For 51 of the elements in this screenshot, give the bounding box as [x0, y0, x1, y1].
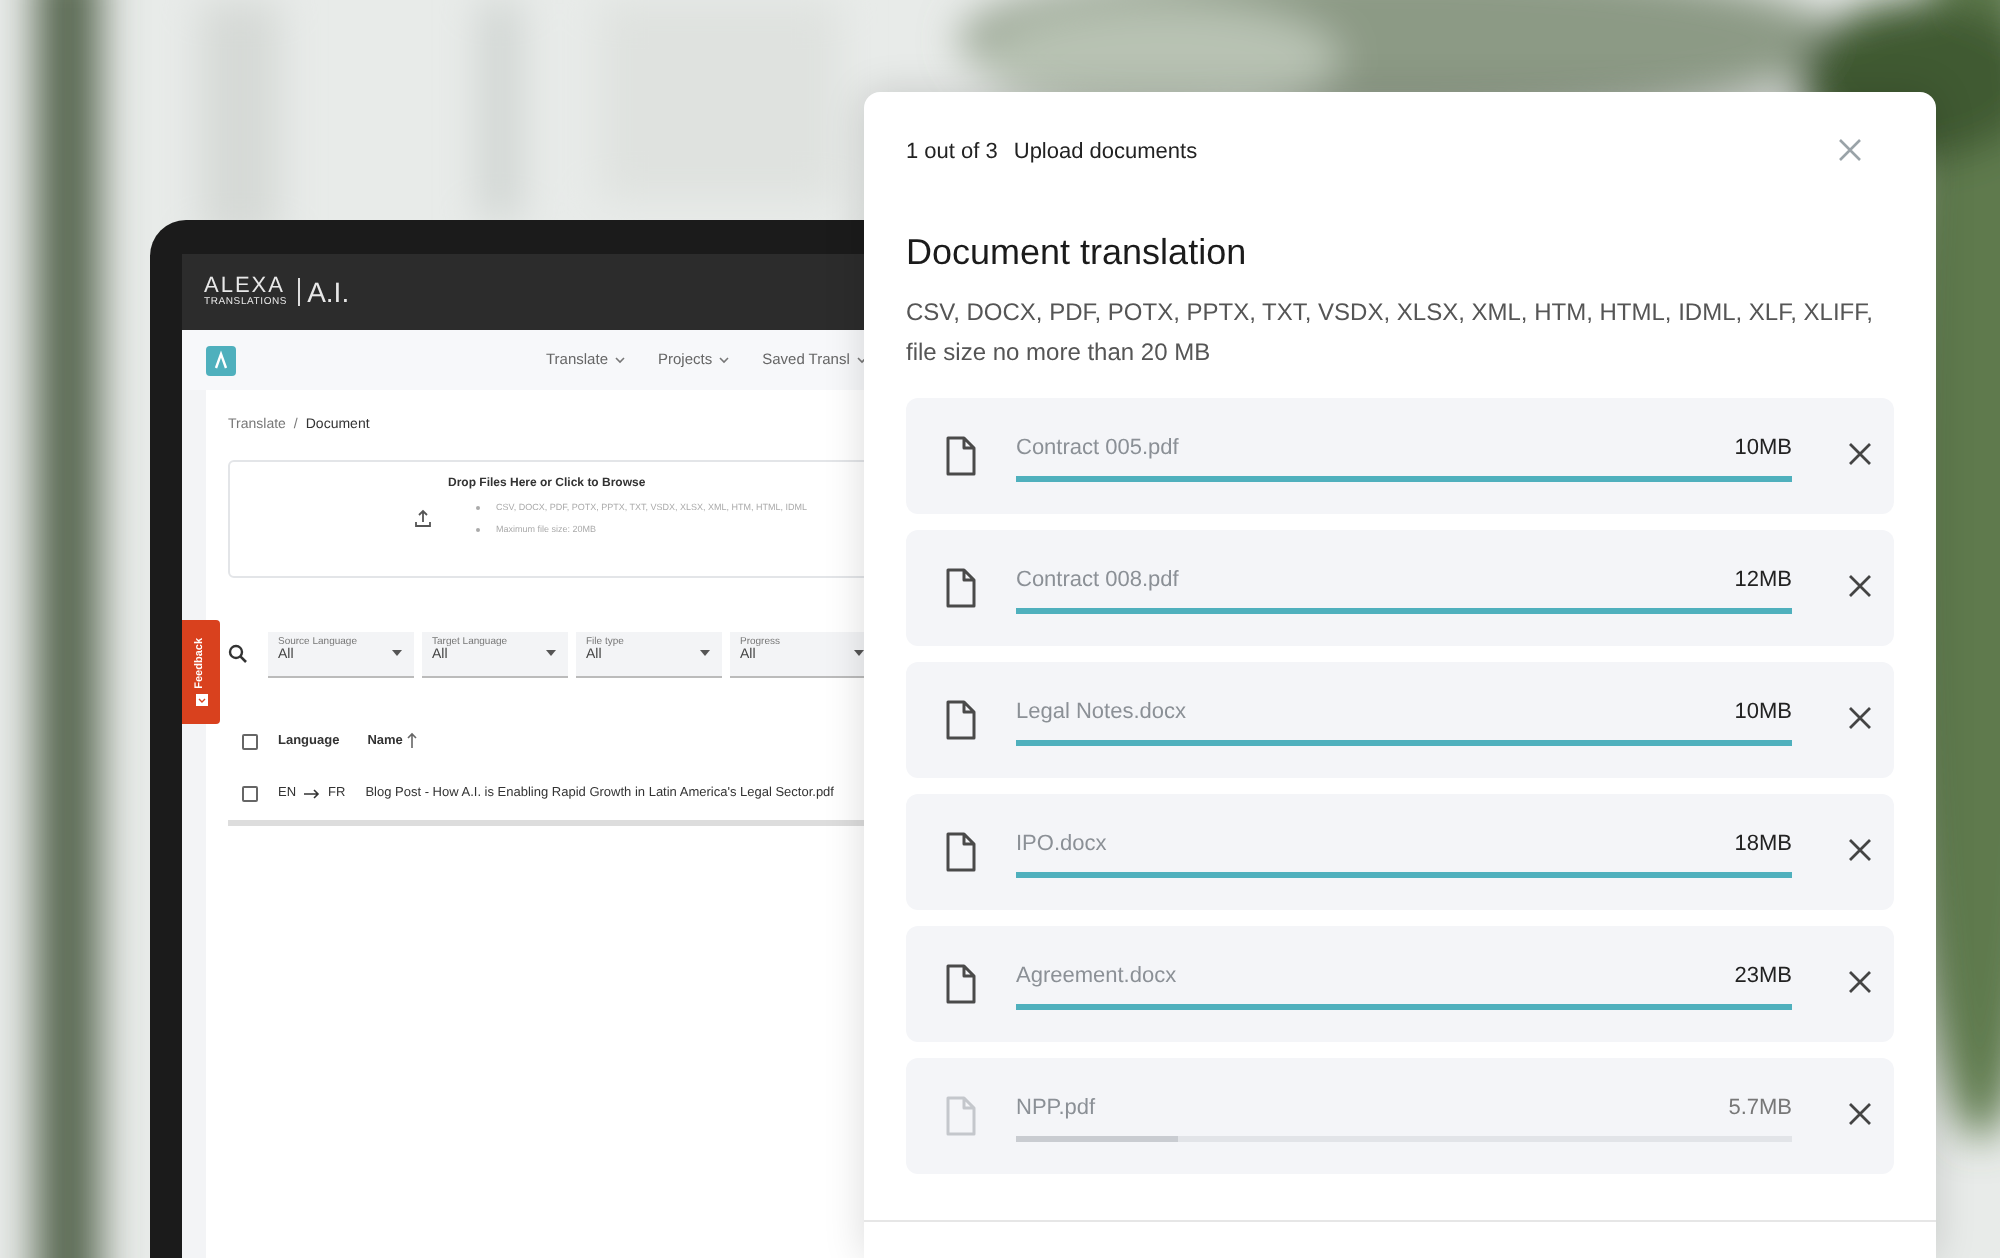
- caret-icon: [546, 649, 556, 655]
- remove-button[interactable]: [1848, 705, 1876, 733]
- file-name: Legal Notes.docx: [1016, 698, 1186, 729]
- sort-arrow-icon[interactable]: [406, 732, 419, 750]
- close-icon: [1848, 1101, 1872, 1125]
- file-size: 23MB: [1734, 962, 1792, 993]
- chevron-icon: [855, 356, 864, 364]
- remove-button[interactable]: [1848, 441, 1876, 469]
- document-icon: [946, 699, 976, 739]
- file-size: 18MB: [1734, 830, 1792, 861]
- remove-button[interactable]: [1848, 837, 1876, 865]
- file-size: 10MB: [1734, 698, 1792, 729]
- document-icon: [946, 831, 976, 871]
- file-name: NPP.pdf: [1016, 1094, 1096, 1125]
- upload-icon: [414, 508, 432, 528]
- checkbox[interactable]: [242, 785, 258, 801]
- chevron-icon: [614, 356, 626, 364]
- checkbox[interactable]: [242, 733, 258, 749]
- file-name: Agreement.docx: [1016, 962, 1177, 993]
- chevron-icon: [718, 356, 731, 364]
- step-counter: 1 out of 3: [906, 138, 998, 168]
- close-icon: [1838, 138, 1862, 163]
- arrow-right-icon: [304, 787, 321, 799]
- search-icon[interactable]: [228, 644, 248, 664]
- document-icon: [946, 1095, 976, 1135]
- brand-suffix: A.I.: [297, 278, 350, 306]
- file-size: 10MB: [1734, 434, 1792, 465]
- close-icon: [1848, 705, 1872, 729]
- remove-button[interactable]: [1848, 969, 1876, 997]
- close-icon: [1848, 441, 1872, 465]
- file-name: IPO.docx: [1016, 830, 1107, 861]
- step-title: Upload documents: [1013, 138, 1198, 168]
- logo-icon[interactable]: [206, 345, 236, 375]
- file-size: 12MB: [1734, 566, 1792, 597]
- caret-icon: [854, 649, 864, 655]
- close-icon: [1848, 837, 1872, 861]
- document-icon: [946, 963, 976, 1003]
- brand-name: ALEXA: [204, 276, 285, 298]
- file-size: 5.7MB: [1728, 1094, 1792, 1125]
- close-icon: [1848, 573, 1872, 597]
- caret-icon: [700, 649, 710, 655]
- dialog-description: CSV, DOCX, PDF, POTX, PPTX, TXT, VSDX, XLSX, XML, HTM, HTML, IDML, XLF, XLIFF, file size no more than 20 MB: [906, 295, 1875, 369]
- remove-button[interactable]: [1848, 573, 1876, 601]
- caret-icon: [392, 649, 402, 655]
- remove-button[interactable]: [1848, 1101, 1876, 1129]
- document-icon: [946, 435, 976, 475]
- document-icon: [946, 567, 976, 607]
- close-icon: [1848, 969, 1872, 993]
- file-name: Contract 005.pdf: [1016, 434, 1179, 465]
- dialog-title: Document translation: [906, 229, 1249, 275]
- file-name: Contract 008.pdf: [1016, 566, 1179, 597]
